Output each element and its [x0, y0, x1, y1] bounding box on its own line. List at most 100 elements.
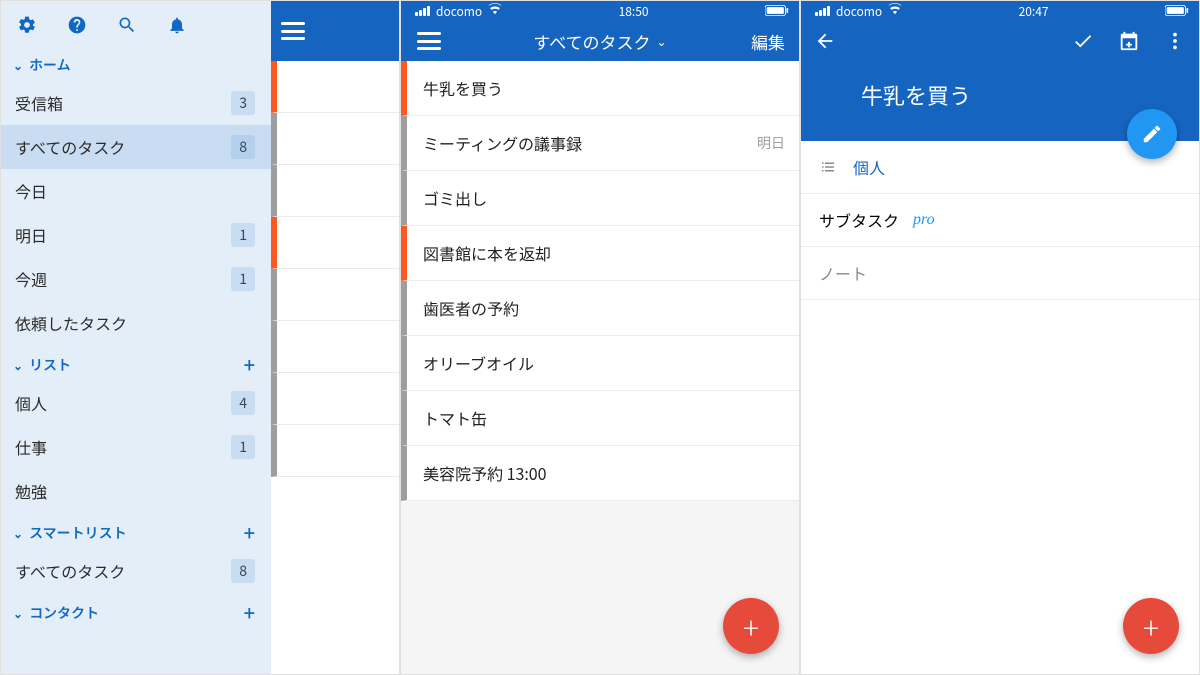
detail-subtasks[interactable]: サブタスク pro: [801, 194, 1199, 247]
task-label: ミーティングの議事録: [423, 131, 582, 155]
panel-task-list: docomo 18:50 すべてのタスク ⌄ 編集 牛乳を買う: [400, 0, 800, 675]
task-label: 牛乳を買う: [423, 76, 503, 100]
nav-label: 個人: [15, 391, 47, 415]
nav-count: 1: [231, 435, 255, 459]
list-icon: [819, 158, 839, 176]
section-header-home[interactable]: ⌄ ホーム: [1, 45, 271, 81]
hamburger-icon[interactable]: [281, 22, 305, 40]
nav-count: 4: [231, 391, 255, 415]
nav-label: 受信箱: [15, 91, 63, 115]
wifi-icon: [488, 2, 502, 20]
gear-icon[interactable]: [17, 15, 37, 35]
chevron-down-icon: ⌄: [657, 33, 667, 50]
sidebar-top-icons: [1, 1, 271, 45]
carrier-label: docomo: [436, 3, 482, 20]
navbar: すべてのタスク ⌄ 編集: [401, 21, 799, 61]
add-list-button[interactable]: +: [244, 359, 255, 371]
complete-icon[interactable]: [1069, 27, 1097, 55]
task-row-preview[interactable]: [271, 321, 399, 373]
nav-label: 今週: [15, 267, 47, 291]
status-bar: docomo 18:50: [401, 1, 799, 21]
chevron-down-icon: ⌄: [13, 57, 23, 74]
task-row-preview[interactable]: [271, 373, 399, 425]
task-label: 図書館に本を返却: [423, 241, 551, 265]
search-icon[interactable]: [117, 15, 137, 35]
task-row[interactable]: 歯医者の予約: [401, 281, 799, 336]
nav-label: 仕事: [15, 435, 47, 459]
task-row[interactable]: トマト缶: [401, 391, 799, 446]
sidebar: ⌄ ホーム 受信箱 3 すべてのタスク 8 今日 明日 1 今週 1: [1, 1, 271, 674]
detail-notes[interactable]: ノート: [801, 247, 1199, 300]
task-row[interactable]: オリーブオイル: [401, 336, 799, 391]
task-row[interactable]: ゴミ出し: [401, 171, 799, 226]
section-title: リスト: [29, 355, 71, 375]
nav-label: すべてのタスク: [15, 559, 125, 583]
task-row-preview[interactable]: [271, 113, 399, 165]
add-contact-button[interactable]: +: [244, 607, 255, 619]
calendar-add-icon[interactable]: [1115, 27, 1143, 55]
navbar-title[interactable]: すべてのタスク: [533, 29, 650, 54]
add-fab[interactable]: +: [1123, 598, 1179, 654]
status-bar: docomo 20:47: [801, 1, 1199, 21]
edit-button[interactable]: 編集: [751, 29, 785, 54]
nav-label: 依頼したタスク: [15, 311, 127, 335]
nav-count: 8: [231, 135, 255, 159]
more-icon[interactable]: [1161, 27, 1189, 55]
app-header: [271, 1, 399, 61]
task-label: ゴミ出し: [423, 186, 487, 210]
task-row-preview[interactable]: [271, 61, 399, 113]
hamburger-icon[interactable]: [415, 27, 443, 55]
section-title: スマートリスト: [29, 523, 127, 543]
nav-tomorrow[interactable]: 明日 1: [1, 213, 271, 257]
battery-icon: [765, 3, 789, 20]
help-icon[interactable]: [67, 15, 87, 35]
task-row-preview[interactable]: [271, 269, 399, 321]
smart-all-tasks[interactable]: すべてのタスク 8: [1, 549, 271, 593]
task-row-preview[interactable]: [271, 217, 399, 269]
section-header-contacts[interactable]: ⌄ コンタクト +: [1, 593, 271, 629]
bell-icon[interactable]: [167, 15, 187, 35]
list-study[interactable]: 勉強: [1, 469, 271, 513]
section-header-lists[interactable]: ⌄ リスト +: [1, 345, 271, 381]
nav-label: すべてのタスク: [15, 135, 125, 159]
task-row[interactable]: 図書館に本を返却: [401, 226, 799, 281]
task-label: 美容院予約 13:00: [423, 461, 547, 485]
list-work[interactable]: 仕事 1: [1, 425, 271, 469]
section-header-smart[interactable]: ⌄ スマートリスト +: [1, 513, 271, 549]
task-row[interactable]: 牛乳を買う: [401, 61, 799, 116]
task-row-preview[interactable]: [271, 425, 399, 477]
section-title: コンタクト: [29, 603, 99, 623]
nav-count: 3: [231, 91, 255, 115]
task-row-preview[interactable]: [271, 165, 399, 217]
nav-label: 今日: [15, 179, 47, 203]
nav-this-week[interactable]: 今週 1: [1, 257, 271, 301]
nav-label: 明日: [15, 223, 47, 247]
task-due: 明日: [757, 133, 785, 153]
nav-count: 1: [231, 267, 255, 291]
chevron-down-icon: ⌄: [13, 525, 23, 542]
nav-today[interactable]: 今日: [1, 169, 271, 213]
add-task-fab[interactable]: +: [723, 598, 779, 654]
chevron-down-icon: ⌄: [13, 605, 23, 622]
signal-icon: [415, 6, 430, 16]
task-row[interactable]: ミーティングの議事録 明日: [401, 116, 799, 171]
subtask-label: サブタスク: [819, 208, 899, 232]
nav-all-tasks[interactable]: すべてのタスク 8: [1, 125, 271, 169]
carrier-label: docomo: [836, 3, 882, 20]
nav-inbox[interactable]: 受信箱 3: [1, 81, 271, 125]
task-row[interactable]: 美容院予約 13:00: [401, 446, 799, 501]
panel-sidebar: ⌄ ホーム 受信箱 3 すべてのタスク 8 今日 明日 1 今週 1: [0, 0, 400, 675]
task-label: オリーブオイル: [423, 351, 534, 375]
signal-icon: [815, 6, 830, 16]
chevron-down-icon: ⌄: [13, 357, 23, 374]
panel-task-detail: docomo 20:47: [800, 0, 1200, 675]
nav-delegated[interactable]: 依頼したタスク: [1, 301, 271, 345]
back-icon[interactable]: [811, 27, 839, 55]
wifi-icon: [888, 2, 902, 20]
task-label: トマト缶: [423, 406, 487, 430]
add-smartlist-button[interactable]: +: [244, 527, 255, 539]
pro-badge: pro: [913, 211, 935, 229]
nav-count: 1: [231, 223, 255, 247]
edit-fab[interactable]: [1127, 109, 1177, 159]
list-personal[interactable]: 個人 4: [1, 381, 271, 425]
